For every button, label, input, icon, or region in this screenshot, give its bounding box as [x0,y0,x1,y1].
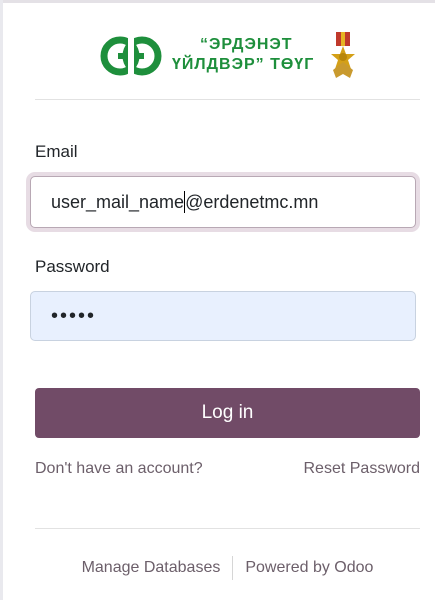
signup-link[interactable]: Don't have an account? [35,460,203,478]
company-logo: “ЭРДЭНЭТ ҮЙЛДВЭР” ТӨҮГ [100,30,360,82]
manage-databases-link[interactable]: Manage Databases [82,559,221,577]
email-input[interactable]: user_mail_name @erdenetmc.mn [30,176,416,228]
header-divider [35,99,420,100]
company-name-line2: ҮЙЛДВЭР” ТӨҮГ [172,56,315,73]
email-value-part2: @erdenetmc.mn [185,191,319,212]
footer-divider [35,528,420,529]
email-value-part1: user_mail_name [51,191,185,212]
login-card: “ЭРДЭНЭТ ҮЙЛДВЭР” ТӨҮГ Email user_mail_n… [30,0,421,600]
erdenet-logo-icon [100,36,162,76]
page-left-border [0,0,3,600]
company-name-line1: “ЭРДЭНЭТ [200,36,293,53]
footer: Manage Databases Powered by Odoo [35,556,420,580]
password-label: Password [35,257,110,276]
password-value: ••••• [51,304,97,327]
powered-by-odoo-link[interactable]: Powered by Odoo [245,559,373,577]
footer-separator [232,556,234,580]
reset-password-link[interactable]: Reset Password [304,460,421,478]
login-button[interactable]: Log in [35,388,420,438]
email-label: Email [35,142,78,161]
password-input[interactable]: ••••• [30,291,416,341]
medal-icon [331,32,355,78]
